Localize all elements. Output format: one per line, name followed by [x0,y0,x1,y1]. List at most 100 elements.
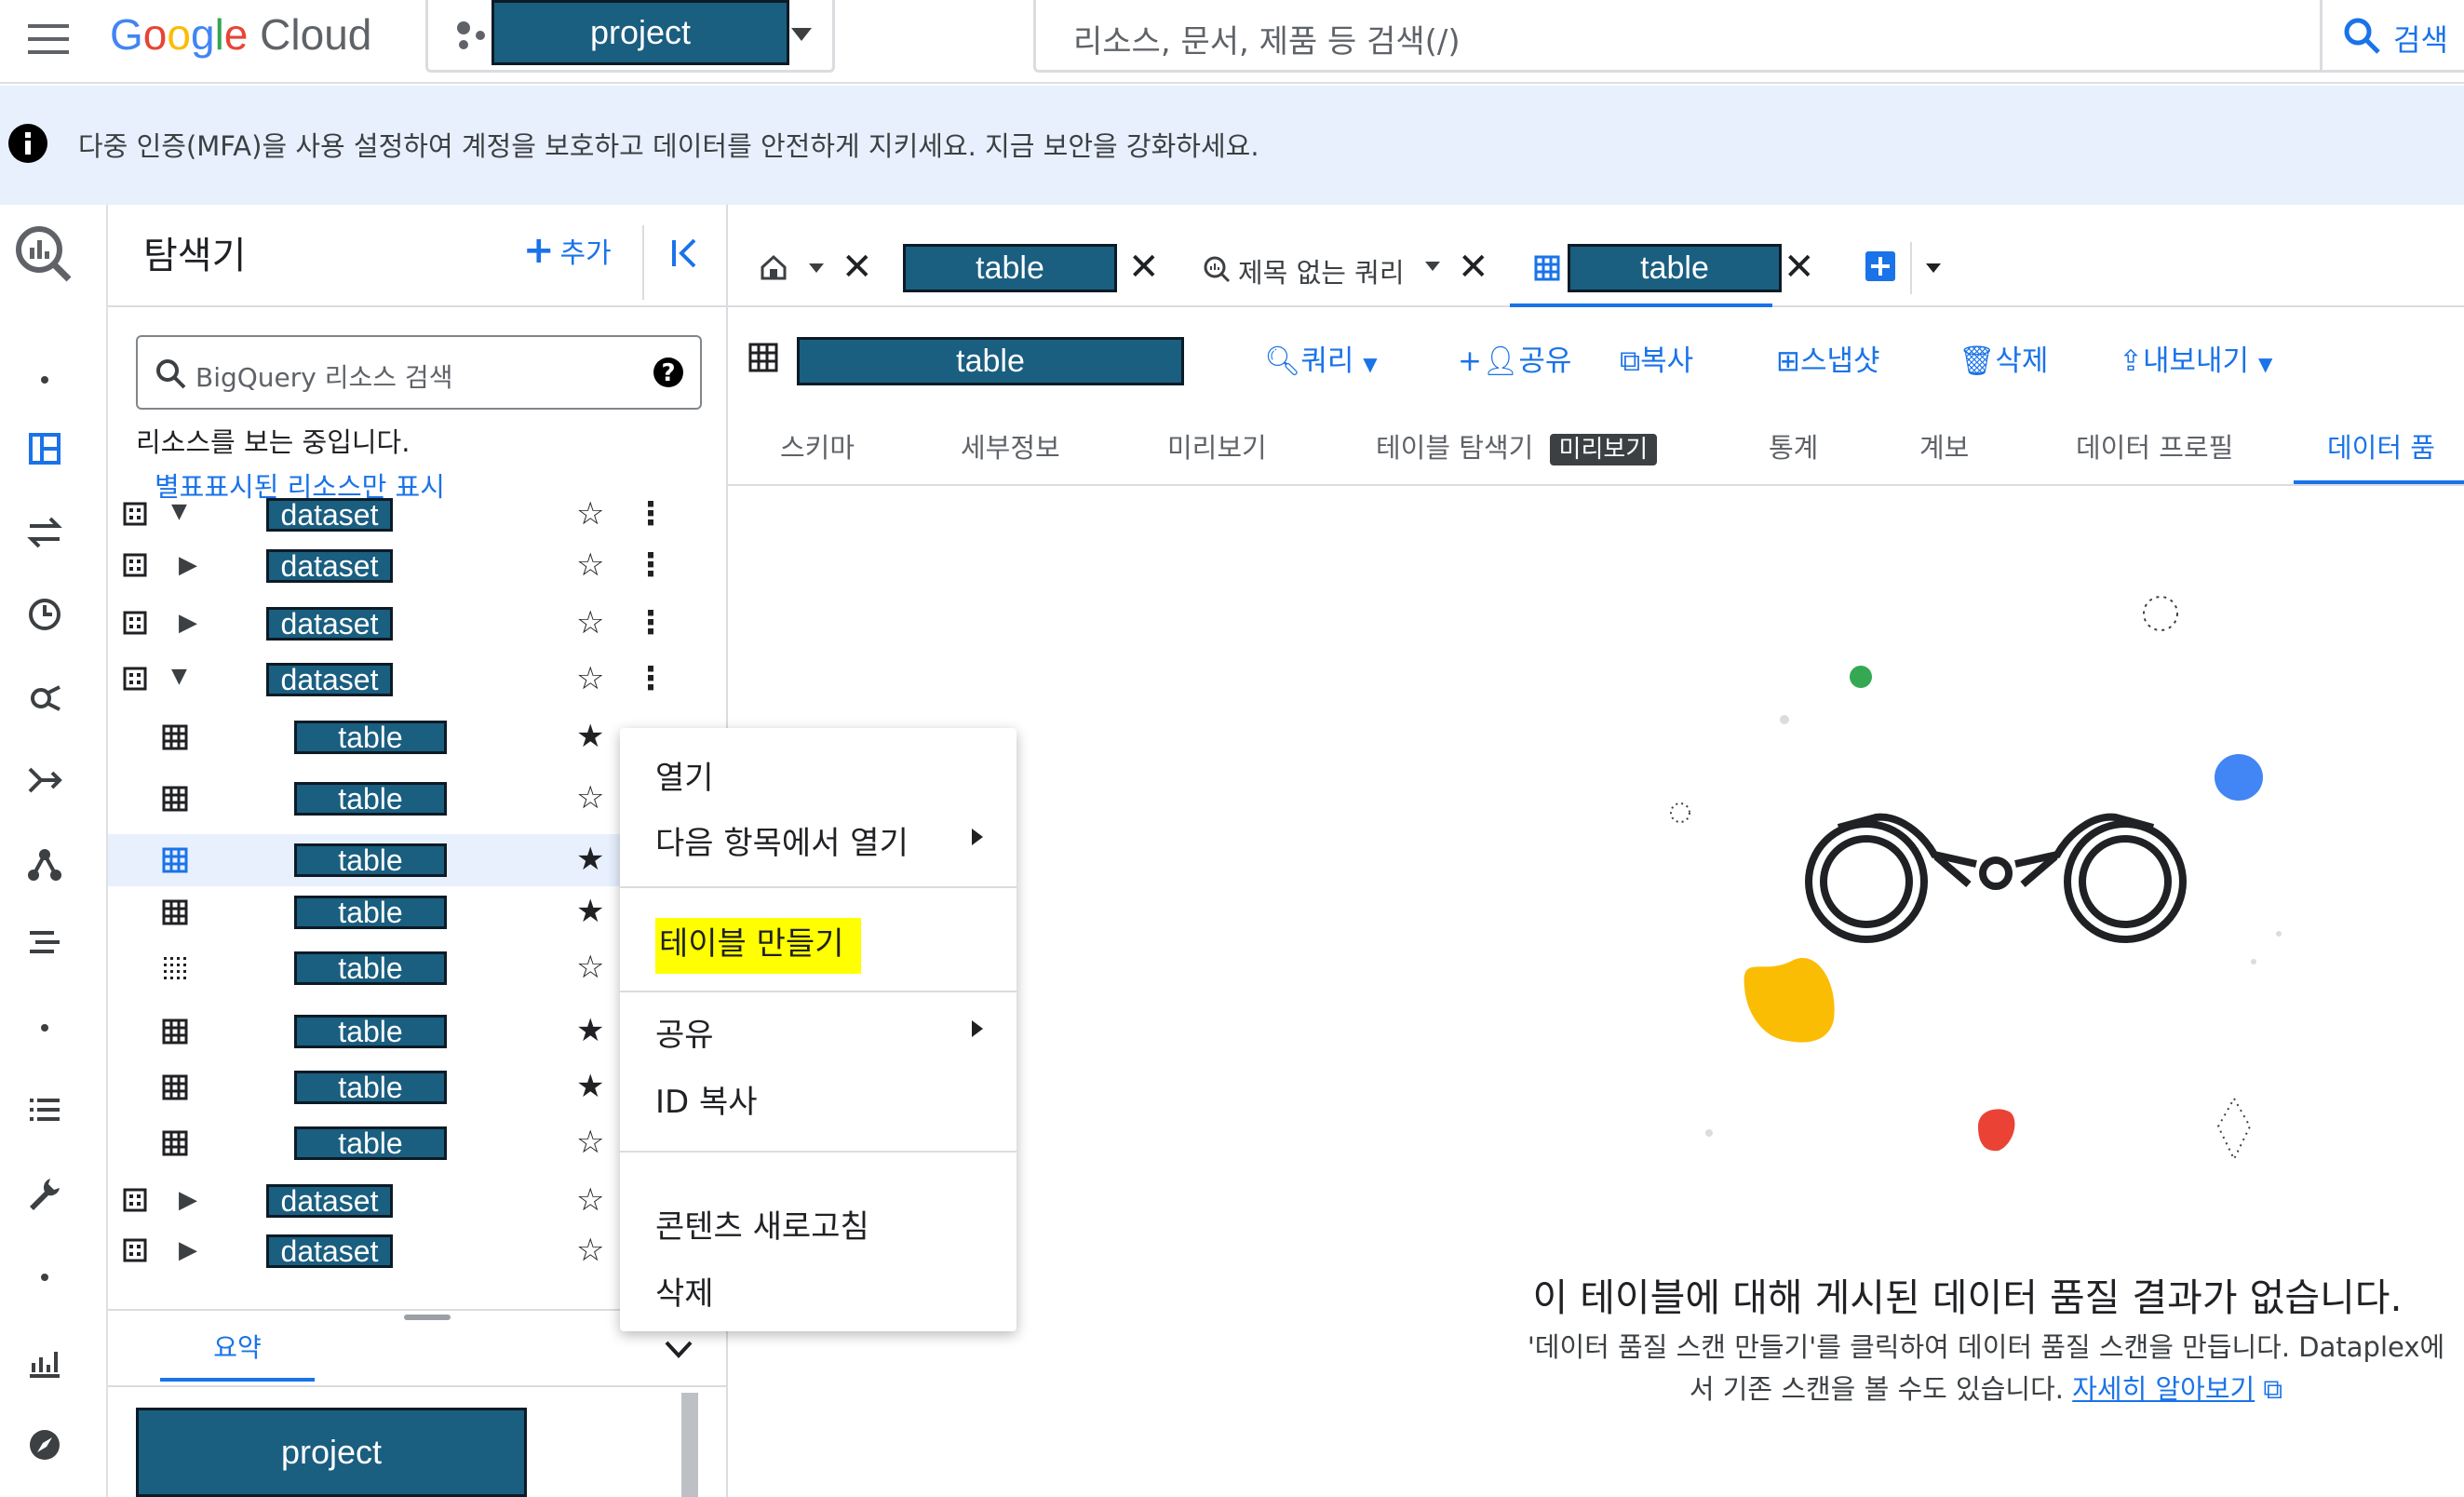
collapse-arrow-icon[interactable]: ▶ [179,1236,197,1264]
tab-table-explorer[interactable]: 테이블 탐색기 미리보기 [1376,426,1658,465]
help-icon[interactable]: ? [652,356,685,389]
menu-item-copy-id[interactable]: ID 복사 [655,1076,758,1122]
chevron-down-icon[interactable] [1424,261,1441,272]
resource-name-redacted: dataset [266,607,393,641]
tab-table-1[interactable]: table [903,244,1117,292]
chevron-down-icon[interactable] [663,1339,694,1361]
tab-schema[interactable]: 스키마 [780,426,855,465]
star-outline-icon[interactable]: ☆ [576,782,604,814]
close-icon[interactable]: ✕ [1784,246,1815,289]
collapse-arrow-icon[interactable]: ▶ [179,551,197,579]
star-outline-icon[interactable]: ☆ [576,549,604,581]
jobs-icon[interactable] [26,925,63,963]
share-button[interactable]: +👤︎공유 [1458,337,1571,379]
star-filled-icon[interactable]: ★ [576,896,604,927]
tab-lineage[interactable]: 계보 [1919,426,1969,465]
explorer-divider [642,225,644,300]
tree-row-dataset[interactable]: ▼ dataset ☆ ⋮ [108,654,728,706]
resource-name-redacted: table [294,896,447,929]
google-cloud-logo[interactable]: Google Cloud [110,9,371,60]
star-filled-icon[interactable]: ★ [576,843,604,875]
global-search-input[interactable]: 리소스, 문서, 제품 등 검색(/) [1033,0,2464,73]
chevron-down-icon[interactable] [808,263,825,274]
star-filled-icon[interactable]: ★ [576,1015,604,1046]
more-vert-icon[interactable]: ⋮ [635,549,666,581]
chevron-down-icon: ▼ [1363,353,1378,375]
menu-item-share[interactable]: 공유 [655,1009,714,1055]
star-outline-icon[interactable]: ☆ [576,1234,604,1266]
menu-item-delete[interactable]: 삭제 [655,1268,714,1314]
close-icon[interactable]: ✕ [1128,246,1160,289]
resource-name-redacted: dataset [266,549,393,583]
empty-state-line1: '데이터 품질 스캔 만들기'를 클릭하여 데이터 품질 스캔을 만듭니다. D… [1527,1331,2445,1363]
more-vert-icon[interactable]: ⋮ [635,607,666,639]
dataset-icon [123,553,147,577]
dataset-icon [123,1188,147,1212]
close-icon[interactable]: ✕ [1458,246,1489,289]
active-tab[interactable]: table [1510,227,1782,307]
menu-item-open-in[interactable]: 다음 항목에서 열기 [655,817,909,863]
empty-state-line2-text: 서 기존 스캔을 볼 수도 있습니다. [1689,1373,2064,1405]
star-filled-icon[interactable]: ★ [576,1071,604,1102]
tab-data-profile[interactable]: 데이터 프로필 [2076,426,2233,465]
tab-details[interactable]: 세부정보 [961,426,1060,465]
star-outline-icon[interactable]: ☆ [576,1184,604,1216]
list-icon[interactable] [26,1093,63,1130]
more-vert-icon[interactable]: ⋮ [635,498,666,530]
collapse-arrow-icon[interactable]: ▶ [179,609,197,637]
star-outline-icon[interactable]: ☆ [576,663,604,695]
project-selector[interactable]: project [425,0,835,73]
search-button[interactable]: 검색 [2320,0,2464,73]
data-transfer-icon[interactable] [26,514,63,551]
collapse-arrow-icon[interactable]: ▶ [179,1186,197,1214]
wrench-icon[interactable] [26,1175,63,1212]
snapshot-button[interactable]: ⊞스냅샷 [1776,337,1880,379]
tab-data-quality[interactable]: 데이터 품 [2294,411,2464,484]
home-icon[interactable] [760,253,788,281]
monitoring-icon[interactable] [26,1344,63,1382]
studio-icon[interactable] [26,430,63,467]
collapse-panel-icon[interactable] [670,236,704,270]
resize-handle[interactable] [404,1315,451,1320]
star-outline-icon[interactable]: ☆ [576,607,604,639]
learn-more-link[interactable]: 자세히 알아보기 [2072,1373,2255,1405]
tab-summary[interactable]: 요약 [160,1328,315,1382]
query-button[interactable]: 🔍︎쿼리 ▼ [1264,337,1378,379]
star-outline-icon[interactable]: ☆ [576,1126,604,1158]
compass-icon[interactable] [26,1426,63,1463]
snapshot-icon: ⊞ [1776,344,1800,378]
scheduled-queries-icon[interactable] [26,596,63,633]
tree-row-dataset[interactable]: ▶ dataset ☆ ⋮ [108,540,728,592]
pipelines-icon[interactable] [26,762,63,799]
star-filled-icon[interactable]: ★ [576,721,604,752]
close-icon[interactable]: ✕ [842,246,873,289]
bigquery-resource-search[interactable]: BigQuery 리소스 검색 ? [136,335,702,410]
resource-name-redacted: table [294,721,447,754]
tree-row-dataset[interactable]: ▼ dataset ☆ ⋮ [108,489,728,541]
star-outline-icon[interactable]: ☆ [576,951,604,983]
more-vert-icon[interactable]: ⋮ [635,663,666,695]
tab-untitled-query[interactable]: 제목 없는 쿼리 [1238,251,1405,290]
menu-item-refresh[interactable]: 콘텐츠 새로고침 [655,1201,869,1247]
main-menu-icon[interactable] [28,22,69,56]
expand-arrow-icon[interactable]: ▼ [171,665,187,688]
tab-statistics[interactable]: 통계 [1769,426,1818,465]
expand-arrow-icon[interactable]: ▼ [171,500,187,523]
summary-scrollbar[interactable] [681,1393,698,1497]
bigquery-logo-icon[interactable] [13,223,73,283]
tree-row-dataset[interactable]: ▶ dataset ☆ ⋮ [108,598,728,650]
menu-item-open[interactable]: 열기 [655,752,714,798]
star-outline-icon[interactable]: ☆ [576,498,604,530]
query-label: 쿼리 [1300,344,1354,378]
analytics-hub-icon[interactable] [26,680,63,717]
copy-button[interactable]: ⧉복사 [1620,337,1693,379]
add-button[interactable]: + 추가 [523,229,612,272]
data-graph-icon[interactable] [26,845,63,883]
chevron-down-icon[interactable] [1925,263,1942,274]
new-tab-plus-icon[interactable] [1864,250,1897,283]
export-button[interactable]: ⇪내보내기 ▼ [2119,337,2272,379]
menu-item-create-table[interactable]: 테이블 만들기 [655,918,861,974]
delete-button[interactable]: 🗑︎삭제 [1959,337,2048,379]
query-icon [1203,255,1231,283]
tab-preview[interactable]: 미리보기 [1167,426,1267,465]
